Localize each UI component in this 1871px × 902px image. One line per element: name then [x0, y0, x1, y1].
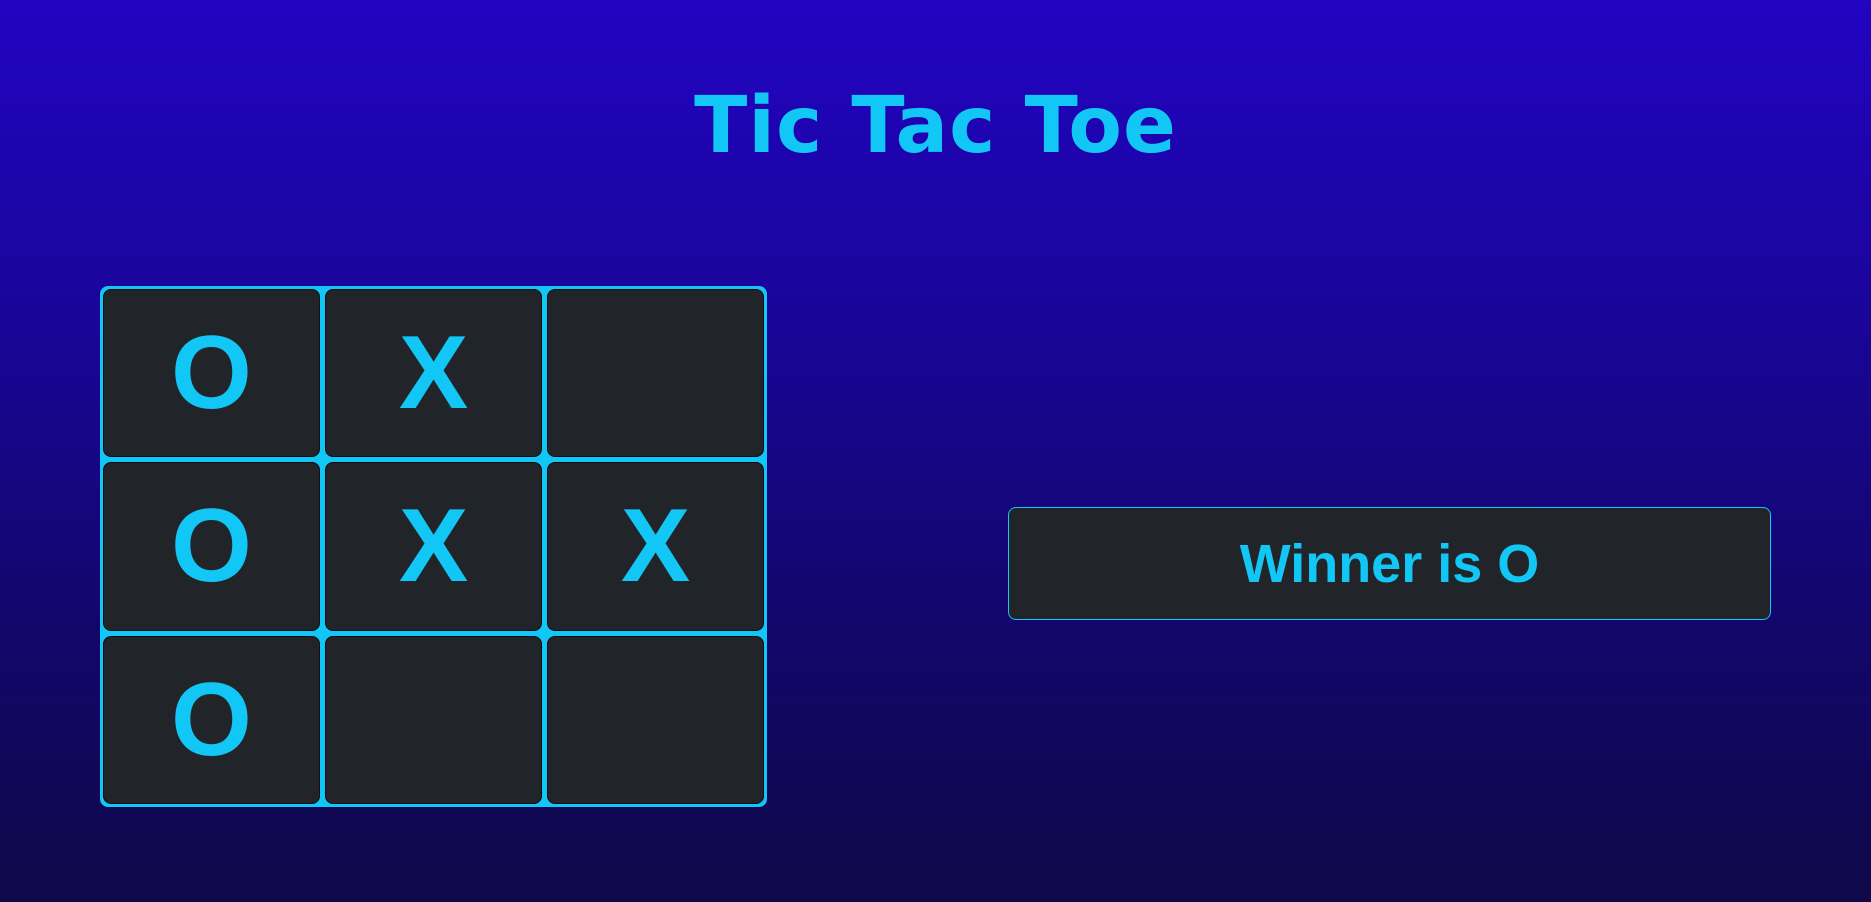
board-cell-3[interactable]	[547, 289, 764, 458]
status-panel: Winner is O	[1008, 507, 1771, 620]
cell-mark: X	[398, 315, 469, 432]
board-cell-9[interactable]	[547, 635, 764, 804]
game-title: Tic Tac Toe	[694, 81, 1177, 171]
game-board: O X O X X O	[100, 286, 767, 807]
cell-mark: X	[398, 488, 469, 605]
board-cell-8[interactable]	[325, 635, 542, 804]
cell-mark: X	[620, 488, 691, 605]
board-cell-6[interactable]: X	[547, 462, 764, 631]
cell-mark: O	[171, 315, 252, 432]
cell-mark: O	[171, 661, 252, 778]
board-cell-2[interactable]: X	[325, 289, 542, 458]
board-cell-5[interactable]: X	[325, 462, 542, 631]
board-cell-4[interactable]: O	[103, 462, 320, 631]
board-cell-1[interactable]: O	[103, 289, 320, 458]
board-cell-7[interactable]: O	[103, 635, 320, 804]
cell-mark: O	[171, 488, 252, 605]
winner-status-text: Winner is O	[1239, 533, 1540, 594]
